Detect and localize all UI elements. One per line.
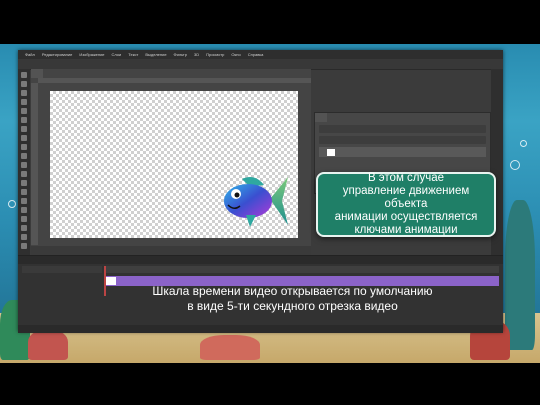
coral [505, 200, 535, 350]
clip-thumbnail [106, 277, 116, 285]
blend-mode-row[interactable] [319, 136, 486, 144]
menu-item[interactable]: Выделение [145, 52, 166, 57]
letterbox-top [0, 0, 540, 44]
coral [28, 330, 68, 360]
layer-row[interactable] [319, 147, 486, 157]
path-select-icon[interactable] [21, 216, 27, 222]
layer-thumbnail [327, 148, 335, 156]
zoom-tool-icon[interactable] [21, 243, 27, 249]
pen-tool-icon[interactable] [21, 198, 27, 204]
history-brush-icon[interactable] [21, 153, 27, 159]
lasso-tool-icon[interactable] [21, 90, 27, 96]
bubble [8, 200, 16, 208]
bubble [510, 160, 520, 170]
track-name[interactable] [22, 275, 102, 285]
document-tab[interactable] [31, 69, 43, 78]
toolbox [18, 69, 30, 255]
gradient-tool-icon[interactable] [21, 171, 27, 177]
menu-item[interactable]: Справка [248, 52, 264, 57]
ruler-horizontal [38, 78, 311, 83]
crop-tool-icon[interactable] [21, 108, 27, 114]
bubble [520, 140, 527, 147]
wand-tool-icon[interactable] [21, 99, 27, 105]
healing-tool-icon[interactable] [21, 126, 27, 132]
fish-image [224, 177, 288, 227]
letterbox-bottom [0, 363, 540, 405]
caption-text: Шкала времени видео открывается по умолч… [152, 284, 433, 313]
menu-bar: Файл Редактирование Изображение Слои Тек… [18, 50, 503, 59]
time-ruler[interactable] [104, 266, 499, 273]
type-tool-icon[interactable] [21, 207, 27, 213]
layers-panel-tab[interactable] [315, 113, 327, 122]
hand-tool-icon[interactable] [21, 234, 27, 240]
timeline-header [18, 256, 503, 264]
brush-tool-icon[interactable] [21, 135, 27, 141]
timeline-footer [18, 325, 503, 333]
playback-controls[interactable] [22, 266, 102, 273]
menu-item[interactable]: Текст [128, 52, 138, 57]
dodge-tool-icon[interactable] [21, 189, 27, 195]
slide: Файл Редактирование Изображение Слои Тек… [0, 0, 540, 405]
menu-item[interactable]: Просмотр [206, 52, 224, 57]
stamp-tool-icon[interactable] [21, 144, 27, 150]
marquee-tool-icon[interactable] [21, 81, 27, 87]
eraser-tool-icon[interactable] [21, 162, 27, 168]
coral [200, 335, 260, 360]
move-tool-icon[interactable] [21, 72, 27, 78]
blur-tool-icon[interactable] [21, 180, 27, 186]
shape-tool-icon[interactable] [21, 225, 27, 231]
menu-item[interactable]: Файл [25, 52, 35, 57]
menu-item[interactable]: 3D [194, 52, 199, 57]
menu-item[interactable]: Фильтр [174, 52, 187, 57]
menu-item[interactable]: Слои [112, 52, 122, 57]
transparent-canvas[interactable] [50, 91, 298, 238]
callout-box: В этом случае управление движением объек… [316, 172, 496, 237]
menu-item[interactable]: Окно [231, 52, 240, 57]
callout-text: В этом случае управление движением объек… [334, 172, 478, 236]
layer-filter-row[interactable] [319, 125, 486, 133]
ruler-vertical [31, 83, 38, 245]
timeline-track-names [22, 275, 102, 315]
menu-item[interactable]: Изображение [79, 52, 104, 57]
eyedropper-tool-icon[interactable] [21, 117, 27, 123]
document-window [31, 69, 311, 255]
track-name[interactable] [22, 285, 102, 295]
menu-item[interactable]: Редактирование [42, 52, 72, 57]
playhead[interactable] [104, 266, 106, 296]
document-status-bar [31, 246, 311, 255]
